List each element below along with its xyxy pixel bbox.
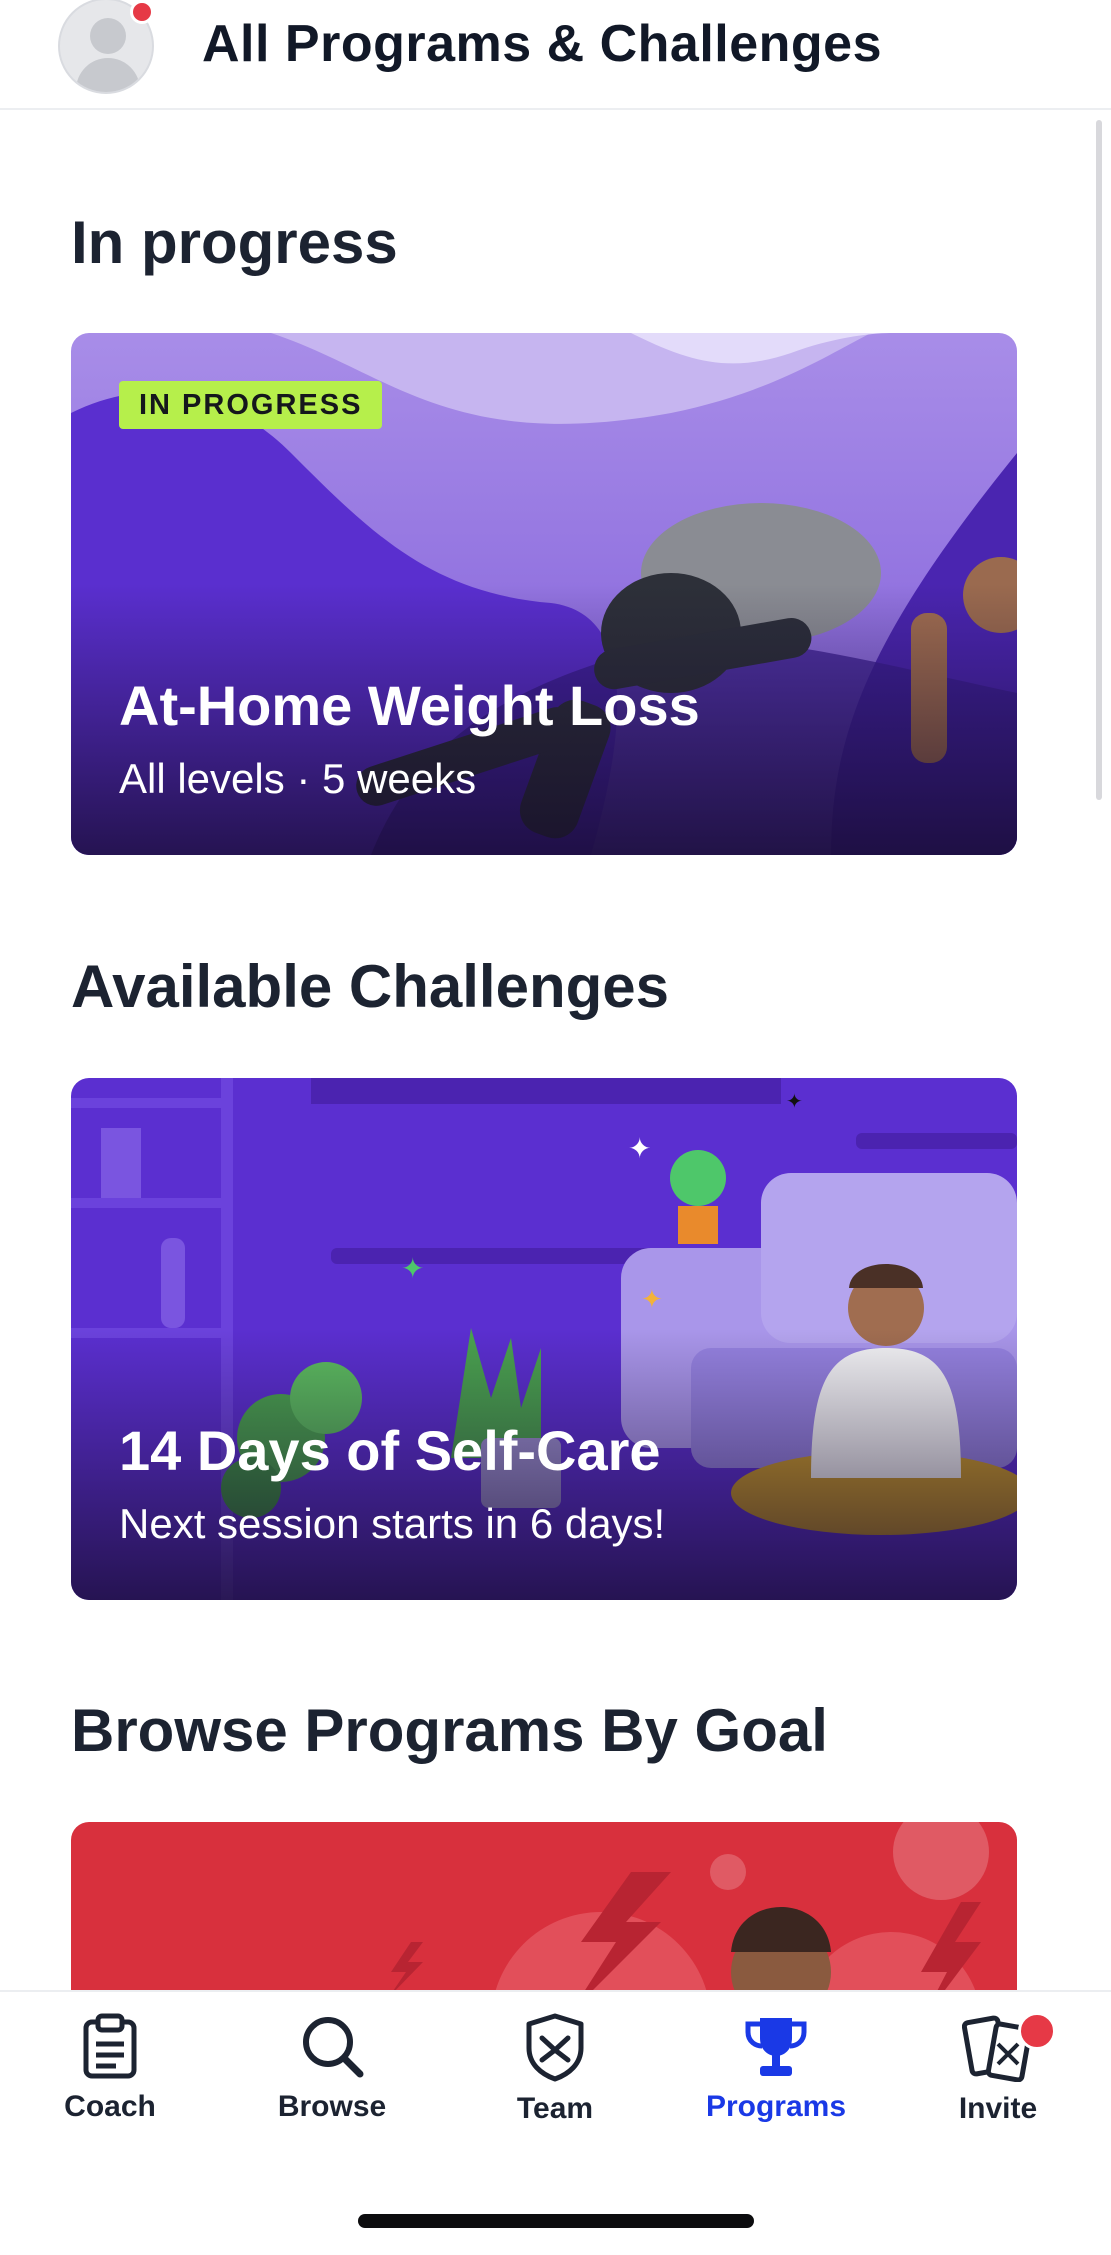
tab-coach-label: Coach — [64, 2090, 156, 2123]
scrollbar[interactable] — [1096, 120, 1102, 800]
home-indicator[interactable] — [358, 2214, 754, 2228]
challenge-meta: Next session starts in 6 days! — [119, 1500, 666, 1547]
section-title-browse: Browse Programs By Goal — [71, 1697, 828, 1764]
tab-coach[interactable]: Coach — [10, 2012, 210, 2142]
tab-invite-label: Invite — [958, 2092, 1038, 2125]
program-card-weight-loss[interactable]: IN PROGRESS At-Home Weight Loss All leve… — [71, 333, 1017, 855]
svg-text:✦: ✦ — [786, 1089, 803, 1113]
tab-browse[interactable]: Browse — [232, 2012, 432, 2142]
notification-dot — [130, 0, 154, 24]
top-header: All Programs & Challenges — [0, 0, 1111, 110]
program-meta: All levels · 5 weeks — [119, 755, 477, 802]
svg-text:✦: ✦ — [628, 1132, 651, 1165]
svg-text:✦: ✦ — [641, 1285, 663, 1315]
tab-invite[interactable]: Invite — [898, 2012, 1098, 2142]
shield-icon — [526, 2013, 584, 2082]
tab-programs[interactable]: Programs — [676, 2012, 876, 2142]
tab-browse-label: Browse — [277, 2090, 387, 2123]
program-title: At-Home Weight Loss — [119, 674, 700, 737]
tab-programs-label: Programs — [705, 2090, 847, 2123]
section-title-in-progress: In progress — [71, 209, 398, 276]
challenge-card-self-care[interactable]: ✦ ✦ ✦ ✦ 14 Days of Self-Care Next sessio… — [71, 1078, 1017, 1600]
page-title: All Programs & Challenges — [202, 15, 883, 73]
challenge-title: 14 Days of Self-Care — [119, 1419, 661, 1482]
tab-team[interactable]: Team — [455, 2012, 655, 2142]
clipboard-icon — [83, 2013, 137, 2079]
status-badge: IN PROGRESS — [119, 381, 383, 429]
search-icon — [303, 2017, 364, 2078]
section-title-challenges: Available Challenges — [71, 953, 670, 1020]
trophy-icon — [745, 2018, 807, 2076]
svg-text:✦: ✦ — [401, 1252, 424, 1285]
invite-notification-dot — [1018, 2012, 1056, 2050]
tab-team-label: Team — [516, 2092, 594, 2125]
